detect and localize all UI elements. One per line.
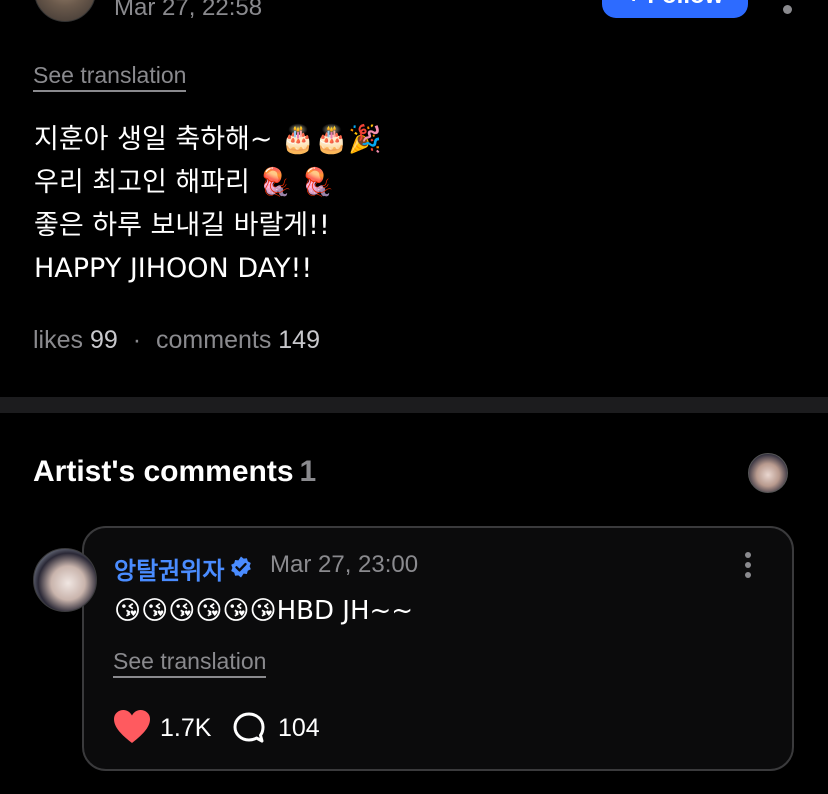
comment-reply-count: 104 [278, 714, 320, 742]
post-line: 지훈아 생일 축하해~ 🎂🎂🎉 [34, 124, 382, 155]
more-dots-icon[interactable] [783, 5, 792, 14]
post-line: HAPPY JIHOON DAY!! [34, 253, 313, 284]
likes-label: likes [33, 326, 84, 354]
stats-separator: · [132, 326, 142, 354]
follow-button[interactable]: + Follow [602, 0, 748, 18]
comments-label: comments [156, 326, 272, 354]
post-line: 우리 최고인 해파리 🪼 🪼 [34, 167, 335, 198]
comment-see-translation-link[interactable]: See translation [113, 648, 267, 678]
verified-badge-icon [231, 556, 251, 578]
post-stats: likes 99 · comments 149 [33, 326, 320, 355]
post-see-translation-link[interactable]: See translation [33, 62, 187, 92]
heart-icon[interactable] [113, 709, 151, 745]
likes-count[interactable]: 99 [90, 326, 118, 354]
reply-bubble-icon[interactable] [232, 711, 266, 745]
post-line: 좋은 하루 보내길 바랄게!! [34, 210, 330, 241]
artist-comments-count: 1 [299, 455, 317, 488]
post-header: Mar 27, 22:58 + Follow [0, 0, 828, 30]
comment-text: 😘😘😘😘😘😘HBD JH~~ [114, 596, 414, 626]
section-divider [0, 397, 828, 413]
comment-author-avatar[interactable] [33, 548, 97, 612]
artist-comments-title: Artist's comments [33, 455, 294, 488]
post-body: 지훈아 생일 축하해~ 🎂🎂🎉 우리 최고인 해파리 🪼 🪼 좋은 하루 보내길… [34, 118, 794, 290]
post-author-avatar[interactable] [34, 0, 96, 22]
comments-count[interactable]: 149 [278, 326, 320, 354]
artist-avatar[interactable] [748, 453, 788, 493]
artist-comments-heading: Artist's comments 1 [33, 455, 316, 489]
post-date: Mar 27, 22:58 [114, 0, 263, 21]
more-dots-icon[interactable] [738, 552, 758, 582]
comment-date: Mar 27, 23:00 [270, 551, 419, 578]
comment-author-name[interactable]: 앙탈권위자 [114, 551, 224, 586]
comment-like-count: 1.7K [160, 714, 212, 742]
